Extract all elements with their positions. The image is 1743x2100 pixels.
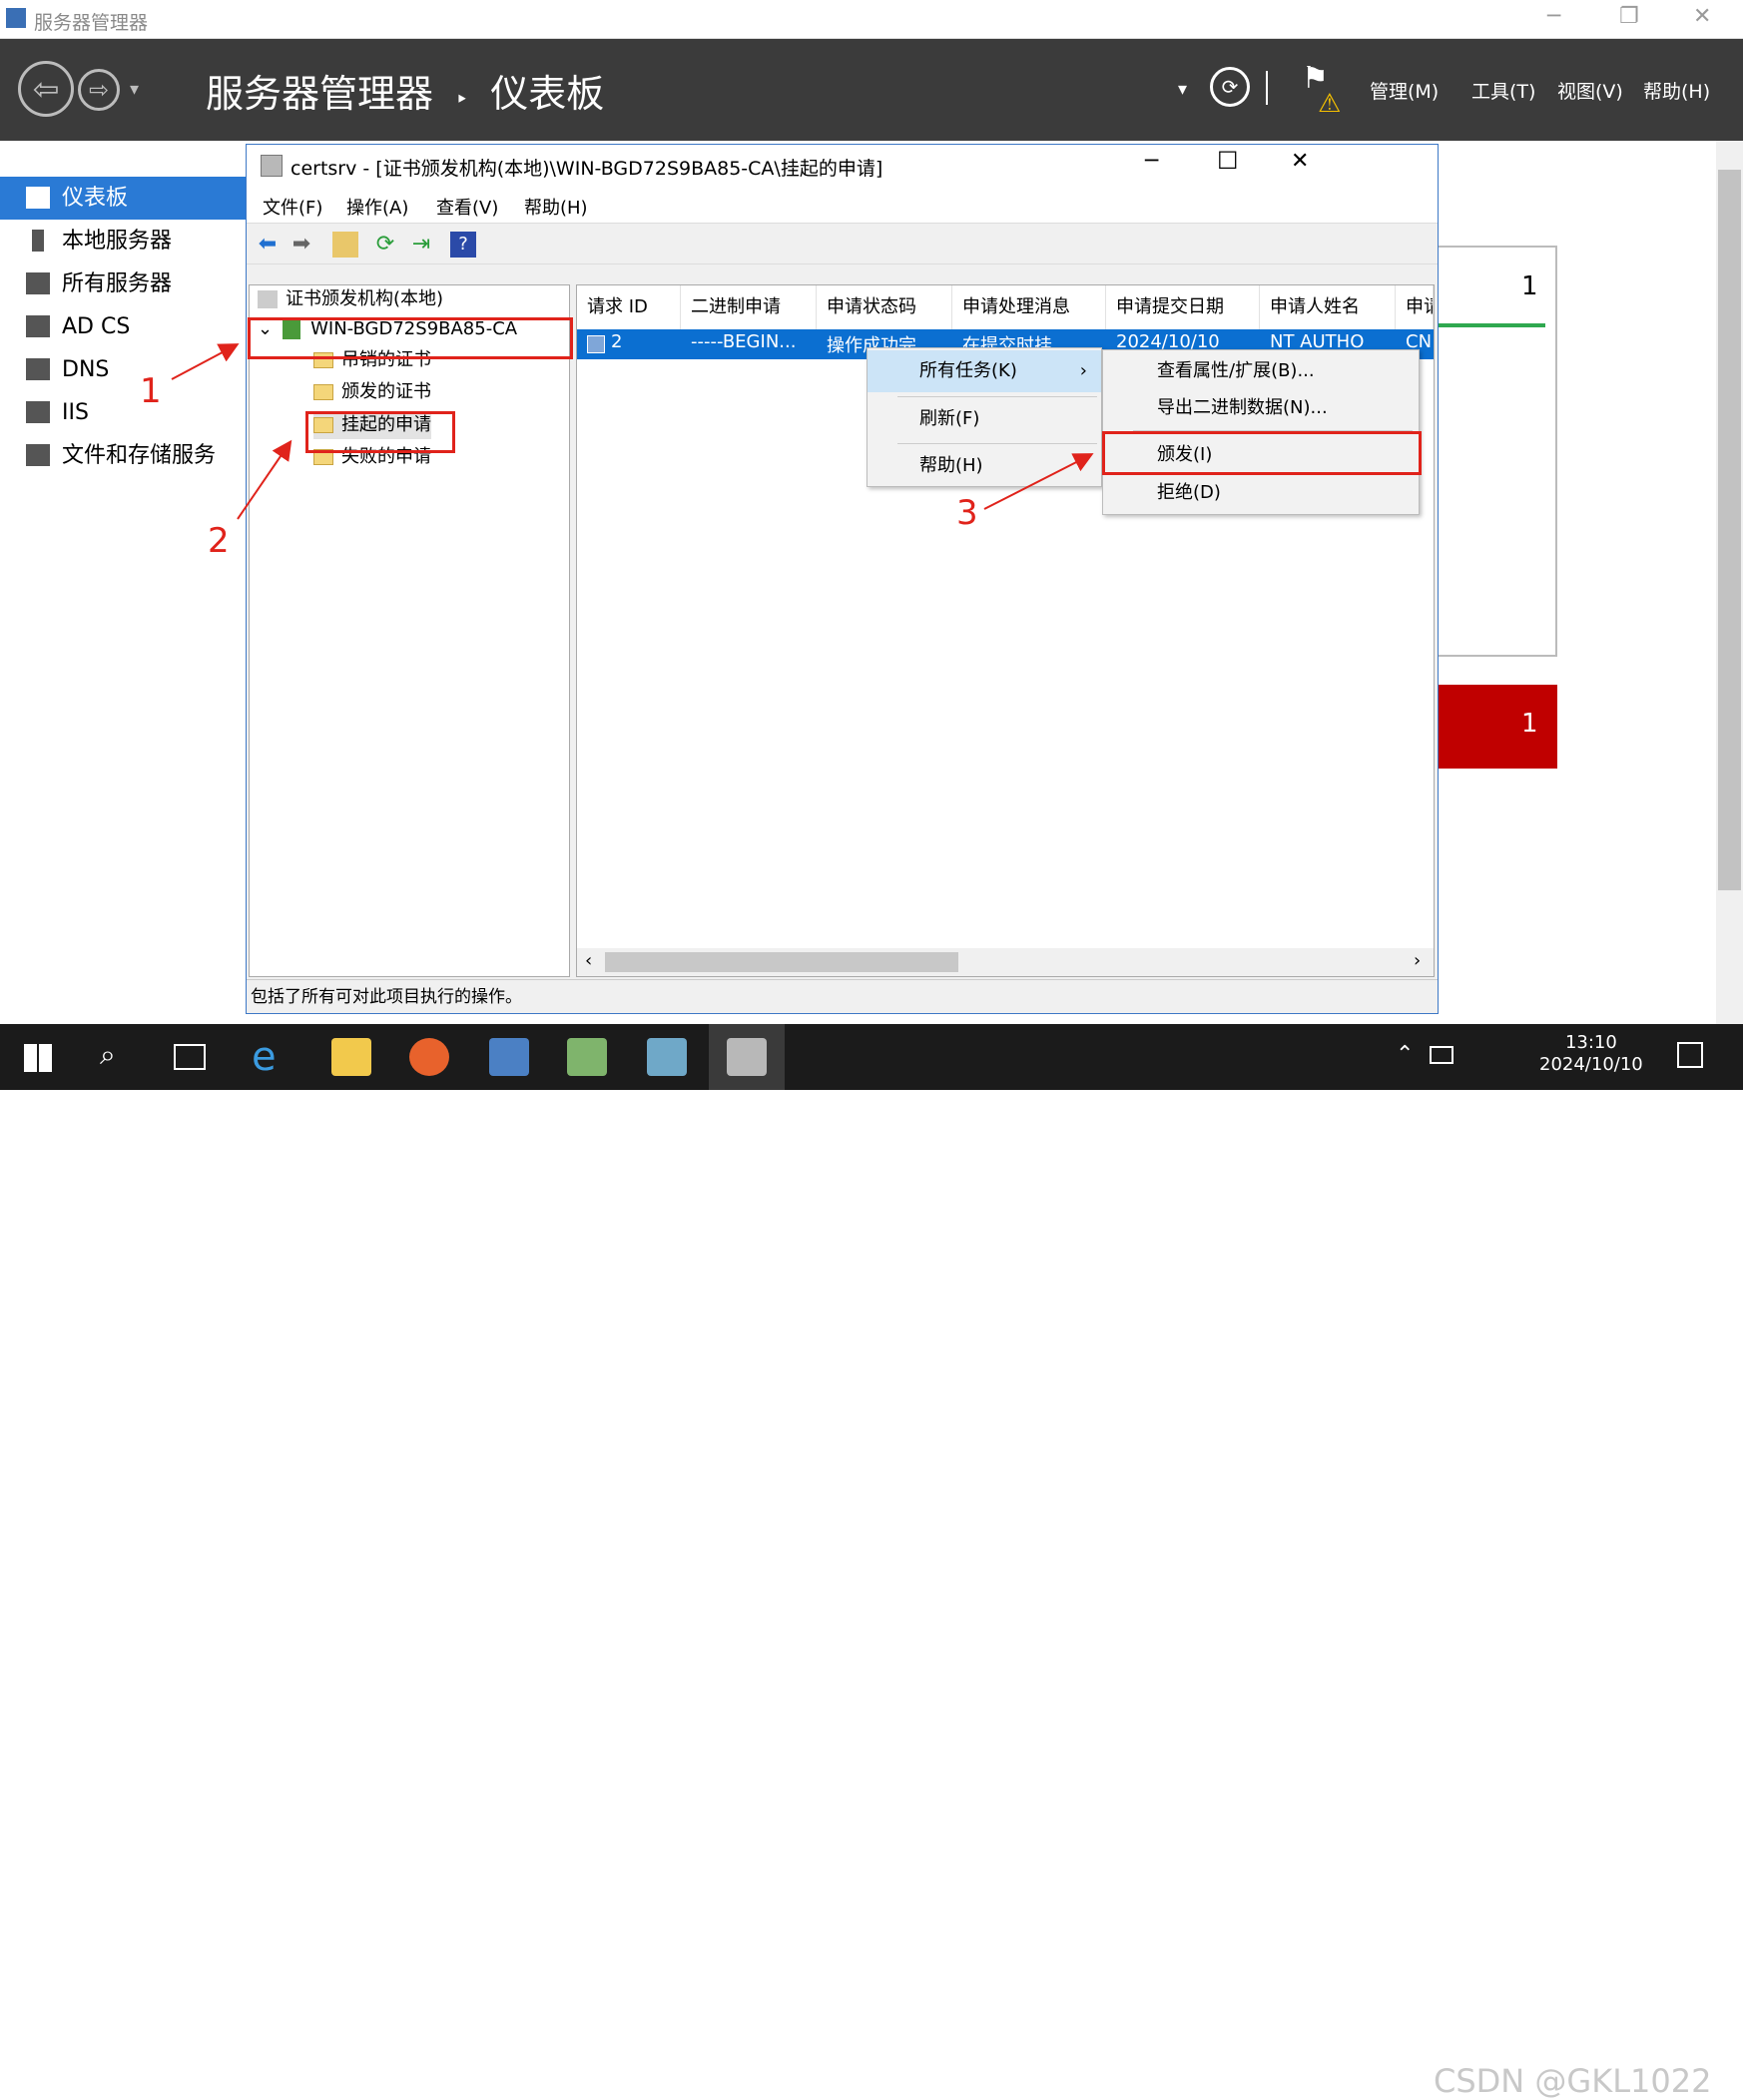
- clock-date: 2024/10/10: [1539, 1054, 1643, 1075]
- ie-icon[interactable]: e: [252, 1037, 291, 1077]
- watermark: CSDN @GKL1022: [1434, 2062, 1712, 2100]
- clock[interactable]: 13:10 2024/10/10: [1539, 1032, 1643, 1076]
- taskbar: ⌕ e ⌃ CSDN @GKL1022 13:10 2024/10/10: [0, 1024, 1743, 2100]
- chevron-up-icon[interactable]: ⌃: [1396, 1042, 1414, 1067]
- arrow-1: [171, 343, 240, 380]
- annotation-label-3: 3: [956, 493, 978, 533]
- annotation-label-2: 2: [208, 521, 230, 561]
- annotation-arrows: [171, 343, 1094, 520]
- certsrv-icon[interactable]: [727, 1038, 767, 1076]
- search-icon[interactable]: ⌕: [100, 1038, 116, 1072]
- powershell-icon[interactable]: [647, 1038, 687, 1076]
- notification-icon[interactable]: [1677, 1042, 1703, 1068]
- network-tray-icon[interactable]: [1430, 1046, 1453, 1064]
- annotation-label-1: 1: [140, 371, 162, 411]
- start-icon[interactable]: [24, 1044, 52, 1072]
- arrow-3: [983, 453, 1094, 510]
- file-explorer-icon[interactable]: [331, 1038, 371, 1076]
- network-icon[interactable]: [567, 1038, 607, 1076]
- task-view-icon[interactable]: [174, 1044, 206, 1070]
- firefox-icon[interactable]: [409, 1038, 449, 1076]
- server-manager-icon[interactable]: [489, 1038, 529, 1076]
- clock-time: 13:10: [1564, 1032, 1617, 1053]
- arrow-2: [237, 439, 292, 520]
